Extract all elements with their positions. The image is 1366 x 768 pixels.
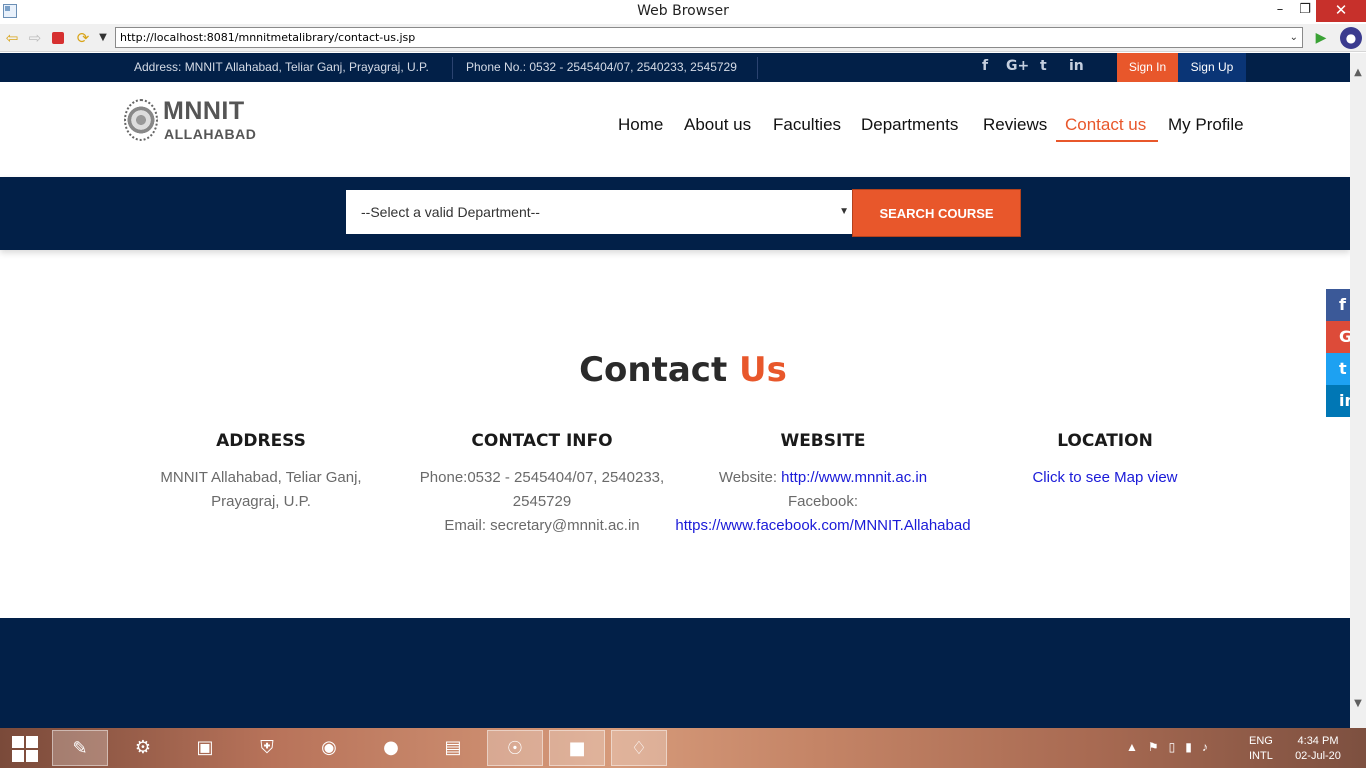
department-select-value: --Select a valid Department--	[361, 204, 540, 220]
topbar-address: Address: MNNIT Allahabad, Teliar Ganj, P…	[134, 60, 429, 74]
page-title-main: Contact	[579, 350, 728, 390]
location-column: LOCATION Click to see Map view	[955, 431, 1255, 490]
google-plus-icon[interactable]: G+	[1006, 58, 1029, 74]
language-indicator[interactable]: ENG INTL	[1249, 734, 1273, 764]
chevron-down-icon: ▼	[839, 206, 849, 217]
site-header: MNNIT ALLAHABAD Home About us Faculties …	[0, 82, 1350, 177]
refresh-icon[interactable]: ⟳	[74, 29, 92, 47]
top-info-bar: Address: MNNIT Allahabad, Teliar Ganj, P…	[0, 53, 1350, 82]
keyboard-layout: INTL	[1249, 750, 1273, 762]
vertical-scrollbar[interactable]: ▲ ▼	[1350, 53, 1366, 728]
sign-up-button[interactable]: Sign Up	[1178, 53, 1246, 82]
clock[interactable]: 4:34 PM 02-Jul-20	[1288, 734, 1348, 764]
side-google-plus-icon[interactable]: G	[1326, 321, 1350, 353]
side-facebook-icon[interactable]: f	[1326, 289, 1350, 321]
system-tray-icons[interactable]: ▲⚑▯▮♪	[1126, 740, 1218, 754]
side-twitter-icon[interactable]: t	[1326, 353, 1350, 385]
nav-my-profile[interactable]: My Profile	[1168, 115, 1244, 135]
security-shield-taskbar-icon[interactable]: ⛨	[239, 730, 295, 766]
nav-home[interactable]: Home	[618, 115, 663, 135]
browser-toolbar: ⇦ ⇨ ⟳ ▼ http://localhost:8081/mnnitmetal…	[0, 24, 1366, 52]
address-bar[interactable]: http://localhost:8081/mnnitmetalibrary/c…	[115, 27, 1303, 48]
sign-in-button[interactable]: Sign In	[1117, 53, 1178, 82]
history-dropdown-icon[interactable]: ▼	[94, 29, 112, 47]
nav-reviews[interactable]: Reviews	[983, 115, 1047, 135]
facebook-link[interactable]: https://www.facebook.com/MNNIT.Allahabad	[675, 517, 970, 534]
close-window-button[interactable]: ✕	[1316, 0, 1366, 22]
website-link[interactable]: http://www.mnnit.ac.in	[781, 469, 927, 486]
address-bar-text: http://localhost:8081/mnnitmetalibrary/c…	[120, 31, 416, 44]
website-line: Website: http://www.mnnit.ac.in	[673, 466, 973, 490]
map-view-link[interactable]: Click to see Map view	[1032, 469, 1177, 486]
topbar-divider	[452, 57, 453, 79]
scroll-down-icon[interactable]: ▼	[1350, 696, 1366, 712]
clock-date: 02-Jul-20	[1295, 750, 1341, 762]
contact-info-heading: CONTACT INFO	[471, 431, 613, 451]
topbar-phone: Phone No.: 0532 - 2545404/07, 2540233, 2…	[466, 60, 737, 74]
department-select[interactable]: --Select a valid Department-- ▼	[346, 190, 852, 234]
location-heading: LOCATION	[1057, 431, 1153, 451]
stop-icon[interactable]	[52, 32, 64, 44]
linkedin-icon[interactable]: in	[1069, 58, 1084, 74]
page-title-accent: Us	[739, 350, 787, 390]
address-heading: ADDRESS	[216, 431, 306, 451]
firefox-taskbar-icon[interactable]: ●	[363, 730, 419, 766]
phone-line-1: Phone:0532 - 2545404/07, 2540233,	[419, 469, 665, 486]
network-tool-taskbar-icon[interactable]: ⚙	[115, 730, 171, 766]
nav-about-us[interactable]: About us	[684, 115, 751, 135]
scroll-up-icon[interactable]: ▲	[1350, 65, 1366, 81]
facebook-icon[interactable]: f	[982, 58, 988, 74]
website-label: Website:	[718, 469, 777, 486]
eclipse-taskbar-icon[interactable]: ◉	[301, 730, 357, 766]
language-code: ENG	[1249, 735, 1273, 747]
pdf-reader-taskbar-icon[interactable]: ▣	[177, 730, 233, 766]
nav-departments[interactable]: Departments	[861, 115, 958, 135]
page-viewport: Address: MNNIT Allahabad, Teliar Ganj, P…	[0, 53, 1350, 728]
email-line: Email: secretary@mnnit.ac.in	[444, 517, 640, 534]
search-band: --Select a valid Department-- ▼ SEARCH C…	[0, 177, 1350, 250]
facebook-label: Facebook:	[787, 493, 859, 510]
eclipse-icon[interactable]: ●	[1340, 27, 1362, 49]
logo-name[interactable]: MNNIT	[163, 99, 245, 124]
back-arrow-icon[interactable]: ⇦	[3, 29, 21, 47]
go-icon[interactable]: ▶	[1312, 29, 1330, 47]
address-line-2: Prayagraj, U.P.	[211, 493, 311, 510]
nav-faculties[interactable]: Faculties	[773, 115, 841, 135]
website-column: WEBSITE Website: http://www.mnnit.ac.in …	[673, 431, 973, 538]
mnnit-logo-emblem[interactable]	[124, 99, 158, 141]
forward-arrow-icon[interactable]: ⇨	[26, 29, 44, 47]
page-title: Contact Us	[0, 350, 1350, 390]
contact-info-column: CONTACT INFO Phone:0532 - 2545404/07, 25…	[392, 431, 692, 538]
address-column: ADDRESS MNNIT Allahabad, Teliar Ganj, Pr…	[111, 431, 411, 514]
browser-titlebar: Web Browser – ❐ ✕	[0, 0, 1366, 24]
twitter-icon[interactable]: t	[1040, 58, 1047, 74]
side-linkedin-icon[interactable]: in	[1326, 385, 1350, 417]
logo-subtitle[interactable]: ALLAHABAD	[164, 126, 256, 142]
search-course-button[interactable]: SEARCH COURSE	[852, 189, 1021, 237]
website-heading: WEBSITE	[780, 431, 866, 451]
nav-contact-us[interactable]: Contact us	[1065, 115, 1146, 135]
chrome-taskbar-icon[interactable]: ☉	[487, 730, 543, 766]
address-line-1: MNNIT Allahabad, Teliar Ganj,	[160, 469, 362, 486]
site-footer	[0, 618, 1350, 728]
notepad-taskbar-icon[interactable]: ✎	[52, 730, 108, 766]
window-title: Web Browser	[637, 3, 729, 19]
taskbar: ✎ ⚙ ▣ ⛨ ◉ ● ▤ ☉ ■ ♢ ▲⚑▯▮♪ ENG INTL 4:34 …	[0, 728, 1366, 768]
windows-start-icon[interactable]	[12, 736, 38, 762]
address-dropdown-icon[interactable]: ⌄	[1290, 28, 1298, 47]
active-nav-underline	[1056, 140, 1158, 142]
paint-taskbar-icon[interactable]: ♢	[611, 730, 667, 766]
phone-line-2: 2545729	[512, 493, 572, 510]
file-explorer-taskbar-icon[interactable]: ▤	[425, 730, 481, 766]
clock-time: 4:34 PM	[1297, 735, 1339, 747]
topbar-divider	[757, 57, 758, 79]
java-ee-ide-taskbar-icon[interactable]: ■	[549, 730, 605, 766]
